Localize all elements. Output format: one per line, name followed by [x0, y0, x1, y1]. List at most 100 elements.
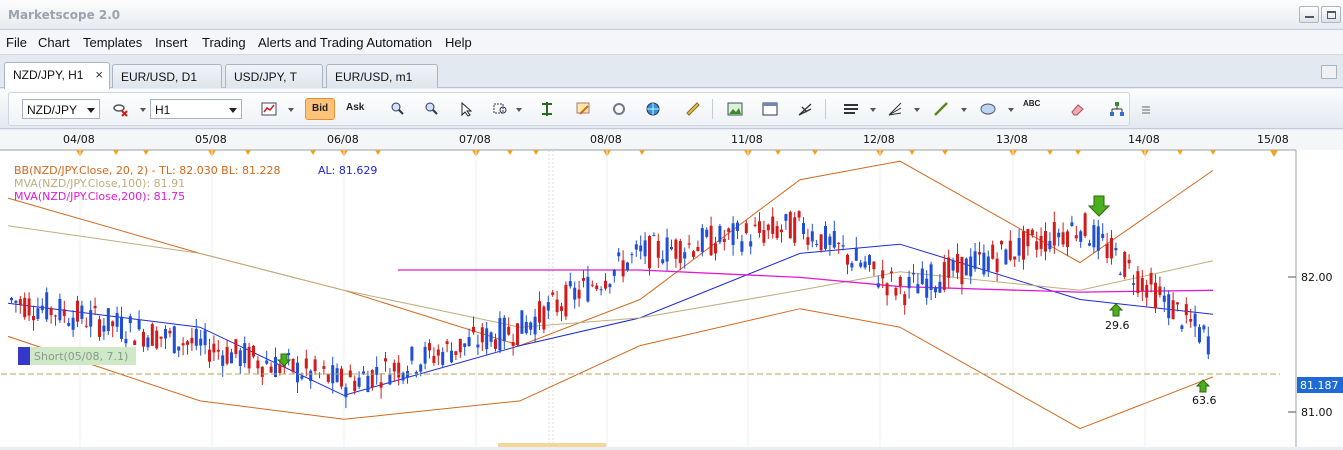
crosshair-button[interactable]	[536, 98, 558, 120]
zoom-in-button[interactable]	[386, 98, 408, 120]
menu-trading[interactable]: Trading	[202, 35, 246, 50]
candle-body	[1154, 282, 1157, 309]
candle-body	[678, 241, 682, 264]
candle-body	[1114, 248, 1118, 251]
candle-body	[1145, 285, 1149, 298]
candle-body	[225, 346, 229, 364]
candle-body	[1136, 271, 1140, 294]
current-price-value: 81.187	[1300, 379, 1339, 392]
chevron-down-icon[interactable]	[914, 108, 920, 112]
candle-body	[498, 318, 502, 351]
menu-alerts[interactable]: Alerts and Trading Automation	[258, 35, 432, 50]
menu-insert[interactable]: Insert	[155, 35, 188, 50]
candle-body	[859, 262, 863, 267]
candle-body	[634, 244, 638, 250]
maximize-button[interactable]	[1321, 6, 1341, 23]
candle-body	[969, 256, 973, 277]
bid-button[interactable]: Bid	[305, 98, 335, 120]
short-position-label[interactable]: Short(05/08, 7.1)	[18, 347, 136, 365]
chevron-down-icon[interactable]	[288, 108, 294, 112]
link-remove-icon	[113, 104, 128, 117]
ask-button[interactable]: Ask	[341, 98, 369, 120]
chart-area[interactable]: 04/08 05/08 06/08 07/08 08/08 11/08 12/08 13/08…	[0, 130, 1343, 447]
zoom-out-button[interactable]	[420, 98, 442, 120]
minimize-button[interactable]	[1299, 6, 1319, 23]
candle-body	[942, 262, 946, 290]
text-tool-button[interactable]: ABC	[1022, 98, 1044, 120]
price-chart[interactable]: 04/08 05/08 06/08 07/08 08/08 11/08 12/08 13/08…	[0, 130, 1343, 447]
candle-body	[1013, 256, 1017, 260]
globe-button[interactable]	[642, 98, 664, 120]
tab-usdjpy-t[interactable]: USD/JPY, T	[225, 64, 323, 88]
ruler-button[interactable]	[682, 98, 704, 120]
bid-label: Bid	[312, 103, 329, 114]
more-button[interactable]	[1136, 98, 1150, 120]
candle-body	[722, 238, 726, 242]
date-label: 08/08	[590, 133, 622, 146]
candle-body	[1123, 252, 1127, 277]
menu-chart[interactable]: Chart	[38, 35, 70, 50]
candle-body	[476, 344, 480, 348]
hierarchy-icon	[1110, 102, 1124, 116]
date-label: 06/08	[327, 133, 359, 146]
window-button[interactable]	[759, 98, 781, 120]
cursor-button[interactable]	[455, 98, 477, 120]
candle-body	[612, 269, 616, 276]
candle-body	[177, 346, 181, 351]
chevron-down-icon[interactable]	[516, 108, 522, 112]
ellipse-button[interactable]	[977, 98, 999, 120]
chevron-down-icon[interactable]	[1008, 108, 1014, 112]
candle-body	[529, 322, 533, 330]
candle-body	[555, 299, 559, 313]
chart-type-button[interactable]	[258, 98, 280, 120]
chevron-down-icon[interactable]	[961, 108, 967, 112]
candle-body	[428, 343, 431, 351]
restore-window-icon[interactable]	[1321, 65, 1337, 79]
horizontal-scroll-thumb[interactable]	[498, 443, 606, 447]
candle-body	[841, 245, 845, 247]
candle-body	[947, 257, 951, 278]
candle-body	[309, 370, 313, 381]
fan-icon	[888, 102, 902, 116]
menu-file[interactable]: File	[6, 35, 27, 50]
edit-button[interactable]	[572, 98, 594, 120]
close-icon[interactable]: ×	[95, 67, 103, 82]
candle-body	[714, 243, 717, 254]
candle-body	[106, 308, 110, 331]
tab-eurusd-m1[interactable]: EUR/USD, m1	[326, 64, 438, 88]
chevron-down-icon[interactable]	[140, 108, 146, 112]
zoom-rect-button[interactable]	[490, 98, 512, 120]
price-tick-82: 82.00	[1301, 271, 1333, 284]
eraser-button[interactable]	[1066, 98, 1088, 120]
image-button[interactable]	[724, 98, 746, 120]
candle-body	[62, 309, 66, 316]
chevron-down-icon[interactable]	[870, 108, 876, 112]
short-label-text: Short(05/08, 7.1)	[34, 350, 128, 363]
lines-button[interactable]	[840, 98, 862, 120]
tab-nzdjpy-h1[interactable]: NZD/JPY, H1 ×	[4, 62, 110, 89]
candle-body	[709, 225, 713, 256]
candle-body	[159, 336, 163, 339]
candle-body	[128, 316, 132, 324]
menu-templates[interactable]: Templates	[83, 35, 142, 50]
refresh-button[interactable]	[608, 98, 630, 120]
fork-tool-button[interactable]	[794, 98, 816, 120]
fan-button[interactable]	[884, 98, 906, 120]
candle-body	[758, 221, 761, 233]
candle-body	[1048, 240, 1052, 250]
timeframe-select[interactable]: H1	[150, 99, 242, 119]
timeframe-value: H1	[155, 103, 171, 117]
hierarchy-button[interactable]	[1106, 98, 1128, 120]
candle-body	[357, 377, 361, 387]
candle-body	[568, 281, 572, 287]
instrument-select[interactable]: NZD/JPY	[22, 99, 100, 119]
toolbar-separator	[712, 99, 713, 119]
candle-body	[348, 370, 352, 378]
link-remove-button[interactable]	[110, 98, 132, 120]
trend-line-button[interactable]	[930, 98, 952, 120]
image-icon	[727, 102, 743, 116]
tab-eurusd-d1[interactable]: EUR/USD, D1	[112, 64, 222, 88]
candle-body	[573, 287, 577, 300]
menu-help[interactable]: Help	[445, 35, 472, 50]
candle-body	[1140, 278, 1144, 291]
